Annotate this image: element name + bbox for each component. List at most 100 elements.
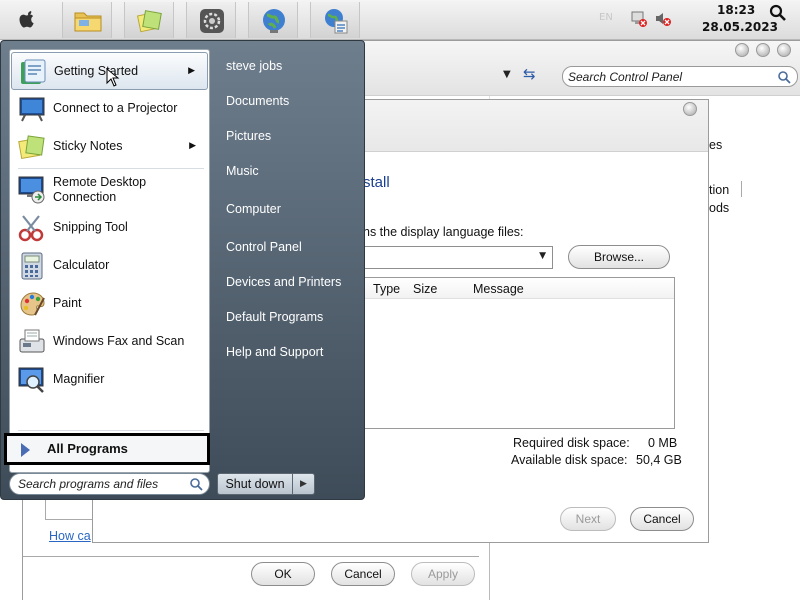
program-snipping-tool[interactable]: Snipping Tool (11, 209, 208, 247)
language-file-path-field[interactable]: ▼ (358, 246, 553, 269)
window-button-close[interactable] (777, 43, 791, 57)
menubar-sticky-notes[interactable] (124, 2, 174, 38)
separator (741, 181, 742, 197)
program-fax-scan[interactable]: Windows Fax and Scan (11, 323, 208, 361)
network-icon (325, 9, 348, 34)
menubar-globe[interactable] (248, 2, 298, 38)
clock-time[interactable]: 18:23 (717, 3, 755, 17)
search-programs-input[interactable]: Search programs and files (9, 473, 210, 495)
menu-item-control-panel[interactable]: Control Panel (226, 240, 302, 254)
calculator-icon (21, 252, 43, 280)
program-calculator[interactable]: Calculator (11, 247, 208, 285)
cp-partial-item-3[interactable]: ods (709, 201, 729, 215)
history-dropdown-icon[interactable]: ▼ (503, 69, 511, 80)
language-indicator[interactable]: EN (599, 12, 613, 23)
apply-button[interactable]: Apply (411, 562, 475, 586)
program-label-line2: Connection (53, 190, 117, 204)
table-header: Type Size Message (359, 278, 674, 299)
ok-button[interactable]: OK (251, 562, 315, 586)
shutdown-button[interactable]: Shut down (217, 473, 293, 495)
search-programs-placeholder: Search programs and files (18, 477, 159, 491)
projector-icon (19, 97, 45, 122)
browse-button[interactable]: Browse... (568, 245, 670, 269)
control-panel-search[interactable]: Search Control Panel (562, 66, 798, 87)
required-space-label: Required disk space: (513, 436, 630, 450)
cp-help-link[interactable]: How ca (49, 529, 91, 543)
all-programs-button[interactable]: All Programs (4, 433, 210, 465)
scissors-icon (18, 215, 44, 242)
search-icon (778, 71, 791, 84)
dropdown-arrow-icon: ▼ (539, 251, 546, 261)
clock-date[interactable]: 28.05.2023 (702, 20, 778, 34)
menu-separator (18, 430, 204, 431)
menubar-network[interactable] (310, 2, 360, 38)
program-label: Calculator (53, 258, 110, 272)
start-menu: Getting Started ▶ Connect to a Projector… (0, 40, 365, 500)
program-label: Windows Fax and Scan (53, 334, 185, 348)
program-label: Connect to a Projector (53, 101, 178, 115)
mouse-cursor-icon (106, 68, 120, 87)
program-label-line1: Remote Desktop (53, 175, 147, 189)
install-heading: stall (363, 174, 390, 191)
menu-item-help-support[interactable]: Help and Support (226, 345, 323, 359)
program-label: Sticky Notes (53, 139, 123, 153)
menubar-settings[interactable] (186, 2, 236, 38)
sticky-notes-icon (18, 135, 45, 160)
install-cancel-button[interactable]: Cancel (630, 507, 694, 531)
program-label: Getting Started (54, 64, 139, 78)
volume-muted-icon[interactable] (654, 10, 672, 28)
program-sticky-notes[interactable]: Sticky Notes ▶ (11, 128, 208, 166)
window-button-maximize[interactable] (756, 43, 770, 57)
shutdown-options-arrow-icon[interactable]: ▶ (293, 473, 315, 495)
settings-icon (200, 9, 224, 33)
available-space-label: Available disk space: (511, 453, 628, 467)
all-programs-label: All Programs (47, 441, 128, 456)
submenu-arrow-icon[interactable]: ▶ (188, 66, 195, 76)
submenu-arrow-icon[interactable]: ▶ (189, 141, 196, 151)
window-button-minimize[interactable] (735, 43, 749, 57)
column-type[interactable]: Type (373, 282, 400, 296)
all-programs-arrow-icon (21, 443, 30, 457)
folder-icon (74, 12, 102, 32)
menubar-folder[interactable] (62, 2, 112, 38)
apple-icon[interactable] (16, 8, 38, 30)
menu-item-music[interactable]: Music (226, 164, 259, 178)
program-label: Snipping Tool (53, 220, 128, 234)
column-size[interactable]: Size (413, 282, 437, 296)
menu-item-documents[interactable]: Documents (226, 94, 289, 108)
install-dialog-close[interactable] (683, 102, 697, 116)
network-status-icon[interactable] (630, 10, 648, 28)
program-label: Paint (53, 296, 82, 310)
cancel-button[interactable]: Cancel (331, 562, 395, 586)
program-connect-projector[interactable]: Connect to a Projector (11, 90, 208, 128)
spotlight-search-icon[interactable] (769, 4, 787, 22)
menu-item-devices-printers[interactable]: Devices and Printers (226, 275, 341, 289)
refresh-icon[interactable]: ⇆ (523, 65, 536, 83)
program-magnifier[interactable]: Magnifier (11, 361, 208, 399)
required-space-value: 0 MB (648, 436, 678, 450)
fax-icon (19, 329, 45, 353)
getting-started-icon (21, 59, 46, 84)
cp-partial-item-1[interactable]: es (709, 138, 722, 152)
menu-item-computer[interactable]: Computer (226, 202, 281, 216)
cp-partial-item-2[interactable]: tion (709, 183, 729, 197)
globe-icon (263, 9, 285, 33)
cp-divider (23, 556, 479, 557)
install-prompt: ns the display language files: (363, 225, 524, 239)
program-paint[interactable]: Paint (11, 285, 208, 323)
available-space-value: 50,4 GB (636, 453, 682, 467)
menu-item-default-programs[interactable]: Default Programs (226, 310, 323, 324)
next-button[interactable]: Next (560, 507, 616, 531)
menu-item-user[interactable]: steve jobs (226, 59, 282, 73)
top-menubar: EN 18:23 28.05.2023 (0, 0, 800, 40)
language-files-table: Type Size Message (358, 277, 675, 429)
cp-edge (489, 541, 490, 600)
magnifier-icon (18, 367, 44, 393)
program-label: Magnifier (53, 372, 105, 386)
control-panel-search-placeholder: Search Control Panel (568, 70, 683, 84)
menu-item-pictures[interactable]: Pictures (226, 129, 271, 143)
search-icon[interactable] (189, 477, 203, 491)
column-message[interactable]: Message (473, 282, 524, 296)
program-remote-desktop[interactable]: Remote Desktop Connection (11, 169, 208, 209)
paint-icon (20, 292, 45, 316)
